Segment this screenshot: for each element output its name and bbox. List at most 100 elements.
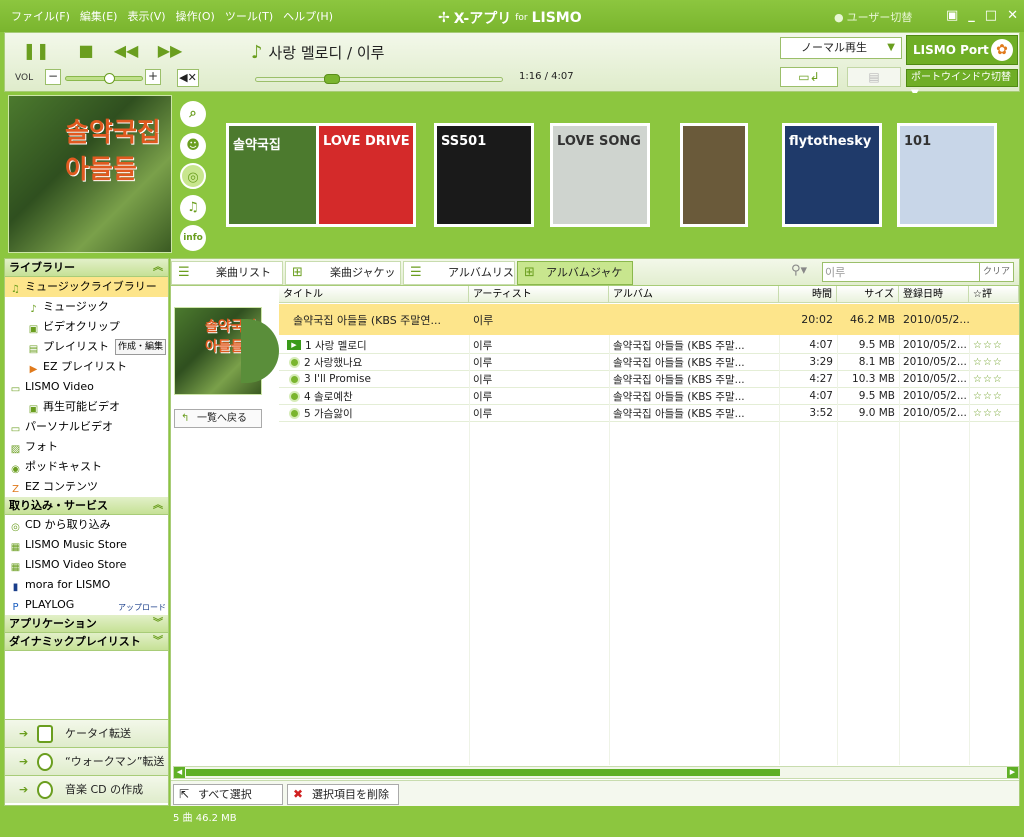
album-thumb[interactable]: 101 (897, 123, 997, 227)
menu-item-4[interactable]: ツール(T) (220, 8, 278, 24)
next-button[interactable]: ▶▶ (157, 39, 183, 61)
import-item[interactable]: ▦ LISMO Music Store (5, 535, 168, 555)
table-row[interactable]: 2 사랑했나요 이루 솔약국집 아들들 (KBS 주말... 3:29 8.1 MB 20… (279, 354, 1019, 371)
table-row[interactable]: 4 솔로예찬 이루 솔약국집 아들들 (KBS 주말... 4:07 9.5 MB 201… (279, 388, 1019, 405)
seek-bar[interactable] (255, 74, 503, 84)
import-item[interactable]: ◎ CD から取り込み (5, 515, 168, 535)
scroll-right-icon[interactable]: ▶ (1007, 767, 1018, 778)
volume-up-button[interactable]: + (145, 69, 161, 85)
artist-view-icon[interactable]: ☻ (180, 133, 206, 159)
table-row[interactable]: 5 가슴앓이 이루 솔약국집 아들들 (KBS 주말... 3:52 9.0 MB 201… (279, 405, 1019, 422)
music-view-icon[interactable]: ♫ (180, 195, 206, 221)
horizontal-scrollbar[interactable]: ◀ ▶ (173, 766, 1019, 779)
close-icon[interactable]: ✕ (1007, 8, 1018, 23)
collapse-icon[interactable]: ︽ (153, 259, 163, 277)
column-header[interactable]: ☆評 (969, 286, 1019, 303)
rating-stars[interactable]: ☆☆☆ (969, 405, 1019, 421)
rating-stars[interactable]: ☆☆☆ (969, 371, 1019, 387)
transfer-button-0[interactable]: ➔ ケータイ転送 (5, 719, 168, 747)
playlist-edit-button[interactable]: 作成・編集 (114, 339, 166, 355)
pause-button[interactable]: ❚❚ (23, 39, 50, 61)
transfer-button-2[interactable]: ➔ 音楽 CD の作成 (5, 775, 168, 803)
column-header[interactable]: タイトル (279, 286, 469, 303)
lyrics-view-button[interactable]: ▤ (847, 67, 901, 87)
track-time: 3:29 (779, 354, 837, 370)
column-header[interactable]: サイズ (837, 286, 899, 303)
sidebar-item[interactable]: ▭ LISMO Video (5, 377, 168, 397)
select-all-button[interactable]: ⇱ すべて選択 (173, 784, 283, 805)
album-thumb[interactable]: flytothesky (782, 123, 882, 227)
import-item[interactable]: ▮ mora for LISMO (5, 575, 168, 595)
minimize-icon[interactable]: _ (968, 8, 975, 23)
sidebar-item[interactable]: ◉ ポッドキャスト (5, 457, 168, 477)
tab-1[interactable]: ⊞楽曲ジャケット (285, 261, 401, 301)
mute-button[interactable]: ◀✕ (177, 69, 199, 87)
transfer-button-1[interactable]: ➔ “ウォークマン”転送 (5, 747, 168, 775)
rating-stars[interactable]: ☆☆☆ (969, 388, 1019, 404)
rating-stars[interactable]: ☆☆☆ (969, 337, 1019, 353)
sidebar-item[interactable]: ♪ ミュージック (5, 297, 168, 317)
menu-item-2[interactable]: 表示(V) (122, 8, 170, 24)
album-thumb[interactable]: LOVE SONG (550, 123, 650, 227)
volume-slider-handle[interactable] (103, 73, 115, 84)
sidebar-item[interactable]: ▣ 再生可能ビデオ (5, 397, 168, 417)
user-switch-button[interactable]: ● ユーザー切替 (834, 9, 912, 25)
menu-item-0[interactable]: ファイル(F) (6, 8, 75, 24)
sidebar-item[interactable]: ♫ ミュージックライブラリー (5, 277, 168, 297)
sidebar-item[interactable]: ▣ ビデオクリップ (5, 317, 168, 337)
sidebar-item[interactable]: ▨ フォト (5, 437, 168, 457)
tab-0[interactable]: ☰ 楽曲リスト (171, 261, 283, 285)
dynamic-playlist-header[interactable]: ダイナミックプレイリスト ︾ (5, 633, 168, 651)
window-mode-icon[interactable]: ▣ (946, 8, 958, 23)
menu-item-5[interactable]: ヘルプ(H) (278, 8, 338, 24)
stop-button[interactable]: ■ (73, 39, 99, 61)
playback-mode-select[interactable]: ノーマル再生 ▼ (780, 37, 902, 59)
album-thumb[interactable]: SS501 (434, 123, 534, 227)
menu-item-1[interactable]: 編集(E) (75, 8, 123, 24)
album-thumb[interactable] (680, 123, 748, 227)
maximize-icon[interactable]: □ (985, 8, 997, 23)
expand-icon[interactable]: ︾ (153, 615, 163, 633)
column-header[interactable]: 時間 (779, 286, 837, 303)
tab-3[interactable]: ⊞アルバムジャケット (517, 261, 633, 301)
sidebar-item[interactable]: ▭ パーソナルビデオ (5, 417, 168, 437)
import-item[interactable]: ▦ LISMO Video Store (5, 555, 168, 575)
search-view-icon[interactable]: ⌕ (180, 101, 206, 127)
table-row[interactable]: ▶ 1 사랑 멜로디 이루 솔약국집 아들들 (KBS 주말... 4:07 9.5 MB… (279, 337, 1019, 354)
clear-button[interactable]: クリア (979, 263, 1013, 281)
collapse-icon[interactable]: ︽ (153, 497, 163, 515)
lismo-port-button[interactable]: LISMO Port ✿ (906, 35, 1018, 65)
previous-button[interactable]: ◀◀ (113, 39, 139, 61)
application-header[interactable]: アプリケーション ︾ (5, 615, 168, 633)
scroll-thumb[interactable] (186, 769, 780, 776)
seek-handle[interactable] (324, 74, 341, 84)
sidebar-item[interactable]: ▶ EZ プレイリスト (5, 357, 168, 377)
table-row[interactable]: 3 I'll Promise 이루 솔약국집 아들들 (KBS 주말... 4:27 1… (279, 371, 1019, 388)
scroll-left-icon[interactable]: ◀ (174, 767, 185, 778)
import-item[interactable]: P PLAYLOG アップロード (5, 595, 168, 615)
search-icon[interactable]: ⚲▾ (791, 263, 807, 278)
port-window-switch[interactable]: ポートウインドウ切替 ▼ (906, 69, 1018, 99)
rating-stars[interactable]: ☆☆☆ (969, 354, 1019, 370)
back-to-list-button[interactable]: ↰ 一覧へ戻る (174, 409, 262, 428)
delete-selected-button[interactable]: ✖ 選択項目を削除 (287, 784, 399, 805)
transfer-view-button[interactable]: ▭↲ (780, 67, 838, 87)
sidebar-item[interactable]: Z EZ コンテンツ (5, 477, 168, 497)
album-view-icon[interactable]: ◎ (180, 163, 206, 189)
library-header[interactable]: ライブラリー ︽ (5, 259, 168, 277)
expand-icon[interactable]: ︾ (153, 633, 163, 651)
album-row[interactable]: 솔약국집 아들들 (KBS 주말연... 이루 20:02 46.2 MB 20… (279, 304, 1019, 335)
column-header[interactable]: アルバム (609, 286, 779, 303)
volume-down-button[interactable]: − (45, 69, 61, 85)
menu-item-3[interactable]: 操作(O) (171, 8, 220, 24)
volume-slider[interactable] (65, 73, 143, 84)
search-input[interactable] (825, 264, 979, 280)
album-thumb[interactable]: 솔약국집 (226, 123, 326, 227)
import-header[interactable]: 取り込み・サービス ︽ (5, 497, 168, 515)
info-view-icon[interactable]: info (180, 225, 206, 251)
column-header[interactable]: 登録日時 (899, 286, 969, 303)
album-thumb[interactable]: LOVE DRIVE (316, 123, 416, 227)
tab-2[interactable]: ☰アルバムリスト (403, 261, 515, 301)
column-header[interactable]: アーティスト (469, 286, 609, 303)
sidebar-item[interactable]: ▤ プレイリスト 作成・編集 (5, 337, 168, 357)
